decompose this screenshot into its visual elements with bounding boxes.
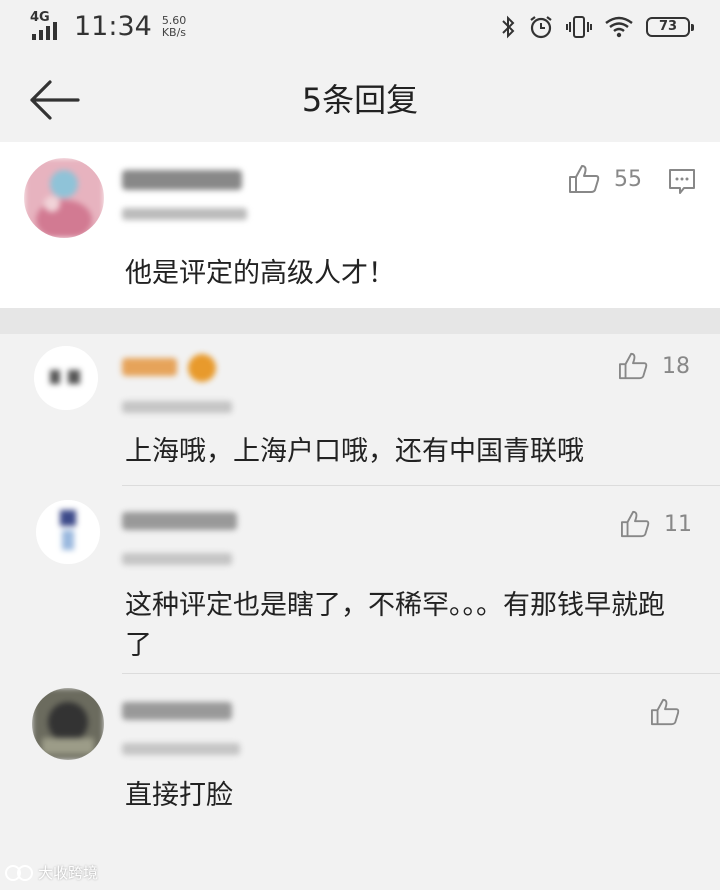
username-blurred xyxy=(122,350,222,386)
section-divider xyxy=(0,308,720,334)
status-bar: 4G 11:34 5.60 KB/s 73 xyxy=(0,0,720,58)
timestamp-blurred xyxy=(122,398,232,416)
status-left: 4G 11:34 5.60 KB/s xyxy=(30,10,187,42)
like-count: 18 xyxy=(662,353,690,379)
status-right: 73 xyxy=(500,14,694,40)
like-button[interactable]: 11 xyxy=(620,510,692,538)
like-count: 55 xyxy=(614,166,642,192)
status-time: 11:34 xyxy=(74,11,152,42)
cellular-signal-icon: 4G xyxy=(30,10,66,40)
timestamp-blurred xyxy=(122,740,240,758)
reply-item: 直接打脸 xyxy=(0,674,720,854)
reply-button[interactable] xyxy=(668,168,696,200)
thumbs-up-icon xyxy=(619,352,648,380)
thumbs-up-icon xyxy=(621,510,650,538)
comment-text: 上海哦，上海户口哦，还有中国青联哦 xyxy=(125,436,584,467)
avatar[interactable] xyxy=(34,346,98,410)
username-blurred xyxy=(122,166,242,194)
page-title: 5条回复 xyxy=(301,81,419,119)
main-comment: 55 他是评定的高级人才！ xyxy=(0,142,720,308)
timestamp-blurred xyxy=(122,550,232,568)
thumbs-up-icon xyxy=(569,165,600,193)
like-button[interactable]: 55 xyxy=(568,164,642,194)
timestamp-blurred xyxy=(122,204,247,224)
like-button[interactable] xyxy=(650,698,694,726)
watermark-text: 大收跨境 xyxy=(38,864,99,882)
avatar[interactable] xyxy=(32,688,104,760)
wifi-icon xyxy=(605,16,633,38)
avatar[interactable] xyxy=(36,500,100,564)
alarm-clock-icon xyxy=(530,16,552,39)
vibrate-icon xyxy=(566,16,592,38)
watermark: 大收跨境 xyxy=(4,862,98,883)
bluetooth-icon xyxy=(502,15,515,39)
reply-item: 11 这种评定也是瞎了，不稀罕。。。有那钱早就跑了 xyxy=(0,486,720,674)
like-count: 11 xyxy=(664,511,692,537)
battery-icon: 73 xyxy=(646,17,694,37)
reply-item: 18 上海哦，上海户口哦，还有中国青联哦 xyxy=(0,334,720,486)
network-speed: 5.60 KB/s xyxy=(162,15,187,39)
network-speed-unit: KB/s xyxy=(161,26,187,39)
comment-text: 直接打脸 xyxy=(125,780,233,811)
thumbs-up-icon xyxy=(651,698,680,726)
comment-text: 他是评定的高级人才！ xyxy=(125,258,395,289)
header: 5条回复 xyxy=(0,58,720,142)
username-blurred xyxy=(122,508,237,534)
avatar[interactable] xyxy=(24,158,104,238)
watermark-logo-icon xyxy=(5,864,33,881)
comment-text: 这种评定也是瞎了，不稀罕。。。有那钱早就跑了 xyxy=(125,590,665,661)
comment-icon xyxy=(669,169,695,194)
username-blurred xyxy=(122,698,232,724)
like-button[interactable]: 18 xyxy=(618,352,690,380)
